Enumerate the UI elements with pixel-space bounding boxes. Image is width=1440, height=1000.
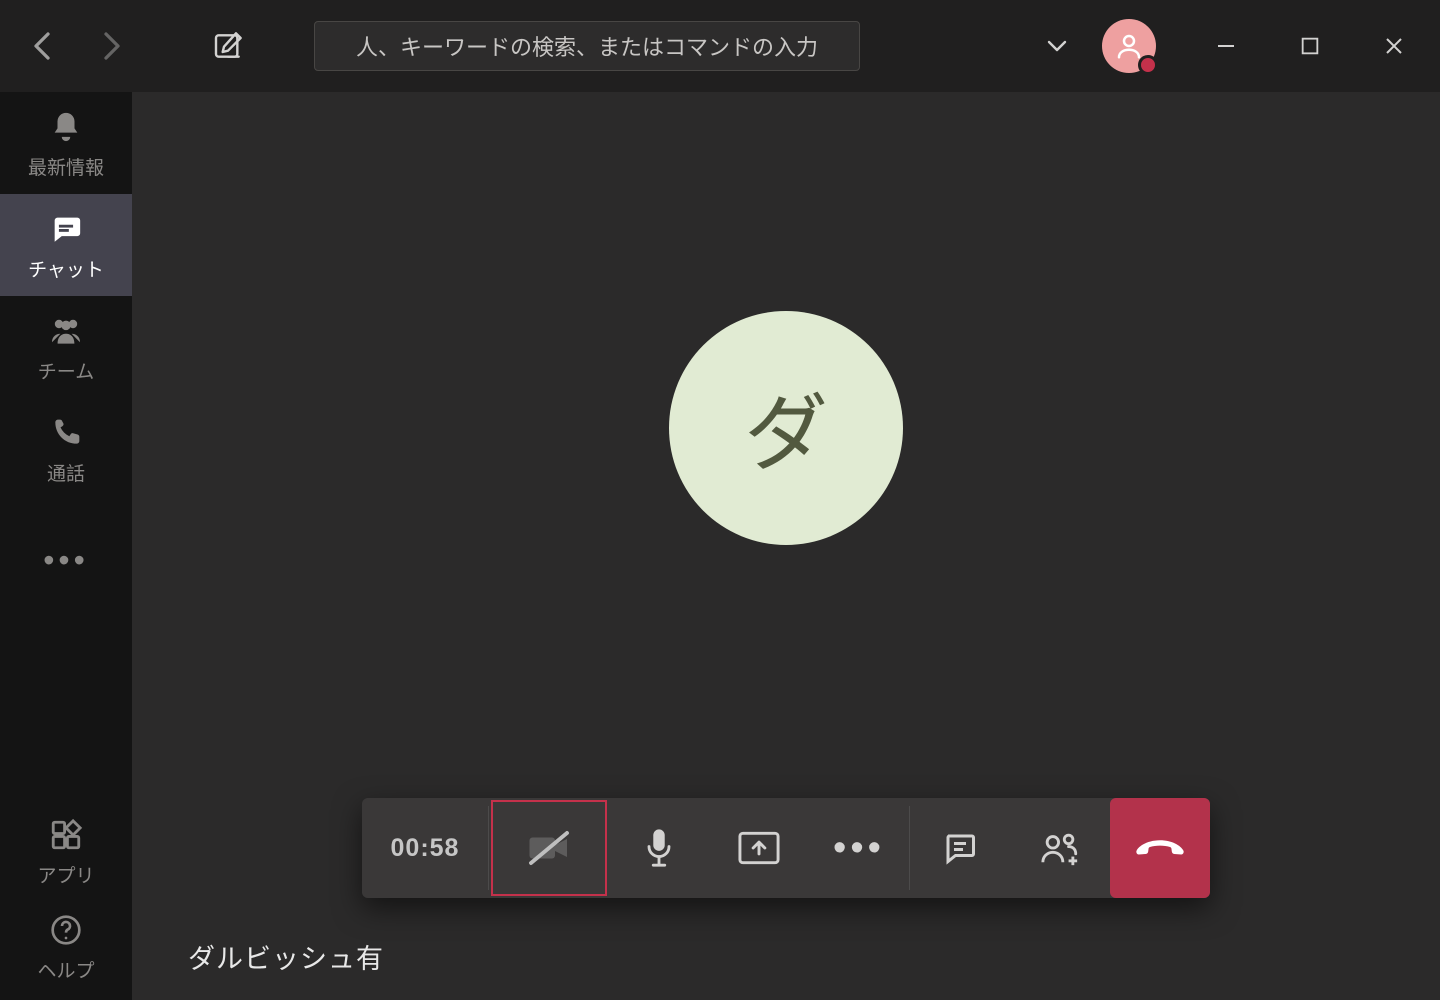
rail-help-label: ヘルプ (37, 956, 94, 983)
rail-teams[interactable]: チーム (0, 296, 132, 398)
more-actions-button[interactable]: ••• (809, 798, 909, 898)
share-screen-icon (737, 830, 781, 866)
bell-icon (46, 107, 86, 147)
search-placeholder: 人、キーワードの検索、またはコマンドの入力 (356, 30, 818, 62)
open-chat-button[interactable] (910, 798, 1010, 898)
toggle-camera-button[interactable] (491, 800, 607, 896)
minimize-button[interactable] (1190, 16, 1262, 76)
divider (488, 806, 489, 890)
hangup-icon (1134, 833, 1186, 863)
close-button[interactable] (1358, 16, 1430, 76)
ellipsis-icon: ••• (43, 542, 89, 579)
help-icon (46, 910, 86, 950)
window-controls (1034, 0, 1440, 92)
rail-help[interactable]: ヘルプ (0, 902, 132, 990)
share-screen-button[interactable] (709, 798, 809, 898)
participant-name: ダルビッシュ有 (188, 937, 384, 976)
camera-off-icon (525, 828, 573, 868)
app-rail: 最新情報 チャット チーム 通話 ••• アプリ (0, 92, 132, 1000)
rail-apps-label: アプリ (37, 861, 94, 888)
search-input[interactable]: 人、キーワードの検索、またはコマンドの入力 (314, 21, 860, 71)
hangup-button[interactable] (1110, 798, 1210, 898)
rail-teams-label: チーム (38, 357, 94, 384)
microphone-icon (644, 828, 674, 868)
participant-avatar: ダ (669, 311, 903, 545)
user-avatar[interactable] (1102, 19, 1156, 73)
rail-activity-label: 最新情報 (28, 153, 104, 180)
call-toolbar: 00:58 (362, 798, 1210, 898)
history-nav (24, 28, 130, 64)
titlebar: 人、キーワードの検索、またはコマンドの入力 (0, 0, 1440, 92)
back-button[interactable] (24, 28, 60, 64)
presence-busy-icon (1138, 55, 1158, 75)
apps-icon (46, 815, 86, 855)
rail-chat-label: チャット (28, 255, 104, 282)
chat-icon (46, 209, 86, 249)
rail-chat[interactable]: チャット (0, 194, 132, 296)
new-chat-button[interactable] (208, 26, 248, 66)
call-timer: 00:58 (362, 798, 488, 898)
ellipsis-icon: ••• (833, 827, 885, 870)
rail-activity[interactable]: 最新情報 (0, 92, 132, 194)
people-icon (1040, 830, 1080, 866)
phone-icon (46, 413, 86, 453)
participants-button[interactable] (1010, 798, 1110, 898)
rail-calls-label: 通話 (47, 459, 85, 486)
teams-icon (46, 311, 86, 351)
chat-icon (942, 830, 978, 866)
forward-button[interactable] (94, 28, 130, 64)
rail-apps[interactable]: アプリ (0, 800, 132, 902)
participant-initial: ダ (744, 367, 828, 488)
maximize-button[interactable] (1274, 16, 1346, 76)
rail-calls[interactable]: 通話 (0, 398, 132, 500)
status-menu-button[interactable] (1034, 23, 1080, 69)
call-stage: ダ 00:58 (132, 92, 1440, 1000)
toggle-mic-button[interactable] (609, 798, 709, 898)
rail-more-button[interactable]: ••• (0, 520, 132, 600)
